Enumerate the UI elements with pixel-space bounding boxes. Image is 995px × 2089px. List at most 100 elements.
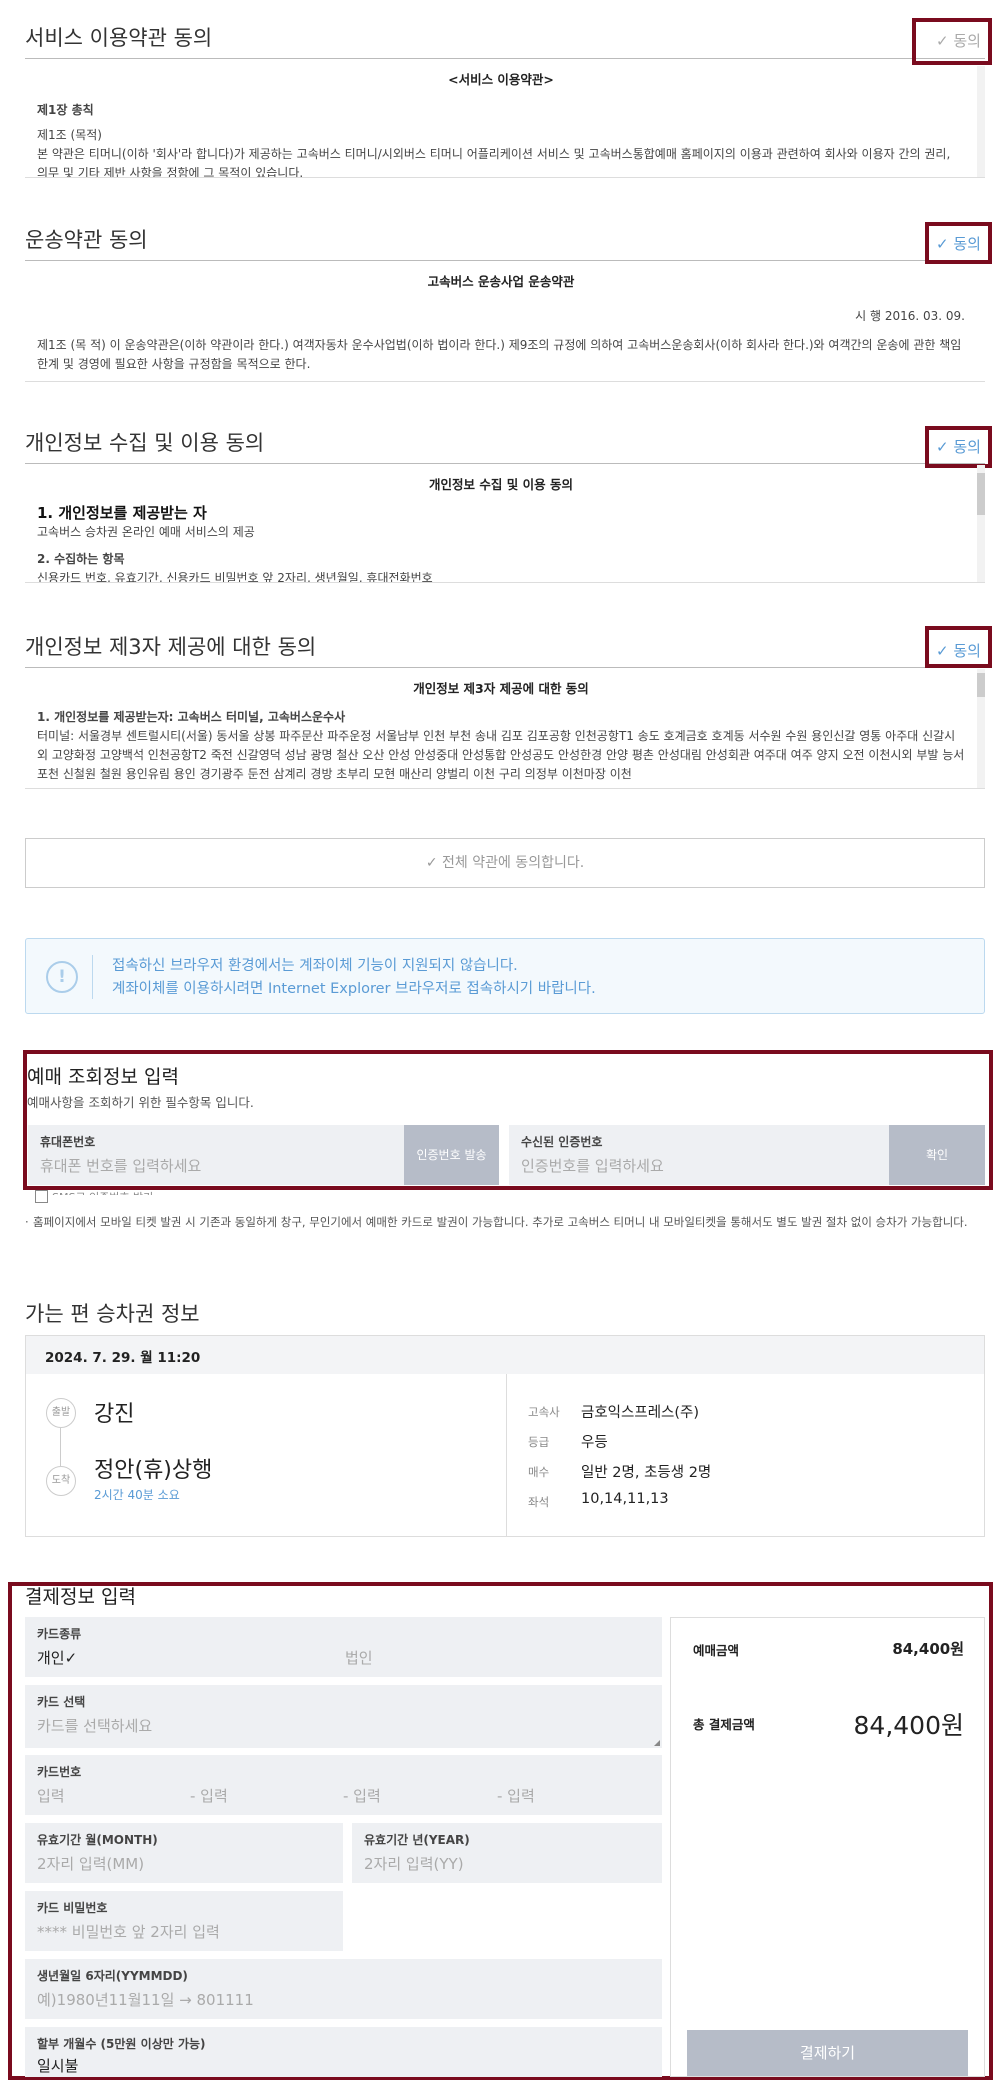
send-code-button[interactable]: 인증번호 발송 bbox=[404, 1125, 499, 1185]
privacy-terms-box[interactable]: 개인정보 수집 및 이용 동의 1. 개인정보를 제공받는 자 고속버스 승차권… bbox=[25, 465, 985, 583]
card-password-label: 카드 비밀번호 bbox=[37, 1901, 108, 1915]
service-terms-title: 서비스 이용약관 동의 bbox=[25, 26, 213, 50]
phone-input[interactable]: 휴대폰 번호를 입력하세요 bbox=[40, 1155, 201, 1176]
amount-label: 예매금액 bbox=[693, 1643, 740, 1658]
code-field[interactable]: 수신된 인증번호 인증번호를 입력하세요 bbox=[509, 1125, 889, 1185]
exp-year-label: 유효기간 년(YEAR) bbox=[364, 1833, 470, 1847]
confirm-button[interactable]: 확인 bbox=[889, 1125, 985, 1185]
birth-label: 생년월일 6자리(YYMMDD) bbox=[37, 1969, 188, 1983]
grade-value: 우등 bbox=[581, 1435, 608, 1451]
third-party-agree-button[interactable]: ✓ 동의 bbox=[936, 640, 981, 661]
notice-line2: 계좌이체를 이용하시려면 Internet Explorer 브라우저로 접속하… bbox=[112, 981, 596, 997]
total-label: 총 결제금액 bbox=[693, 1717, 755, 1732]
divider bbox=[25, 260, 985, 261]
scrollbar-thumb[interactable] bbox=[977, 473, 985, 515]
third-party-terms-title: 개인정보 제3자 제공에 대한 동의 bbox=[25, 635, 317, 659]
card-number-input-4[interactable]: - 입력 bbox=[497, 1785, 535, 1806]
transport-agree-button[interactable]: ✓ 동의 bbox=[936, 233, 981, 254]
amount-value: 84,400원 bbox=[892, 1640, 964, 1658]
exp-month-field[interactable]: 유효기간 월(MONTH) 2자리 입력(MM) bbox=[25, 1823, 343, 1883]
terms-article: 제1조 (목적) bbox=[37, 128, 102, 142]
installment-field[interactable]: 할부 개월수 (5만원 이상만 가능) 일시불 bbox=[25, 2027, 662, 2077]
service-agree-button[interactable]: ✓ 동의 bbox=[936, 30, 981, 51]
privacy-agree-button[interactable]: ✓ 동의 bbox=[936, 436, 981, 457]
terms-heading: 고속버스 운송사업 운송약관 bbox=[427, 274, 575, 289]
scrollbar[interactable] bbox=[977, 66, 985, 177]
ticket-title: 가는 편 승차권 정보 bbox=[25, 1302, 200, 1326]
privacy-item1-body: 고속버스 승차권 온라인 예매 서비스의 제공 bbox=[37, 525, 255, 539]
payment-title: 결제정보 입력 bbox=[25, 1586, 136, 1608]
company-label: 고속사 bbox=[528, 1405, 560, 1419]
exclamation-icon: ! bbox=[46, 961, 78, 993]
exp-year-field[interactable]: 유효기간 년(YEAR) 2자리 입력(YY) bbox=[352, 1823, 662, 1883]
birth-input[interactable]: 예)1980년11월11일 → 801111 bbox=[37, 1989, 254, 2010]
card-password-field[interactable]: 카드 비밀번호 **** 비밀번호 앞 2자리 입력 bbox=[25, 1891, 343, 1951]
depart-badge: 출발 bbox=[46, 1398, 76, 1428]
terms-date: 시 행 2016. 03. 09. bbox=[855, 309, 965, 323]
seat-label: 좌석 bbox=[528, 1495, 550, 1509]
inquiry-title: 예매 조회정보 입력 bbox=[27, 1066, 179, 1088]
sms-checkbox[interactable] bbox=[35, 1190, 48, 1203]
phone-label: 휴대폰번호 bbox=[40, 1135, 96, 1149]
installment-label: 할부 개월수 (5만원 이상만 가능) bbox=[37, 2037, 206, 2051]
arrive-terminal: 정안(휴)상행 bbox=[94, 1458, 213, 1483]
terms-body: 제1조 (목 적) 이 운송약관은(이하 약관이라 한다.) 여객자동차 운수사… bbox=[37, 338, 962, 371]
transport-terms-box[interactable]: 고속버스 운송사업 운송약관 시 행 2016. 03. 09. 제1조 (목 … bbox=[25, 262, 985, 382]
code-label: 수신된 인증번호 bbox=[521, 1135, 603, 1149]
card-password-input[interactable]: **** 비밀번호 앞 2자리 입력 bbox=[37, 1921, 220, 1942]
resize-handle-icon[interactable] bbox=[654, 1740, 660, 1746]
code-input[interactable]: 인증번호를 입력하세요 bbox=[521, 1155, 664, 1176]
card-select-field[interactable]: 카드 선택 카드를 선택하세요 bbox=[25, 1685, 662, 1748]
service-terms-box[interactable]: <서비스 이용약관> 제1장 총칙 제1조 (목적) 본 약관은 티머니(이하 … bbox=[25, 66, 985, 178]
count-value: 일반 2명, 초등생 2명 bbox=[581, 1465, 712, 1481]
exp-year-input[interactable]: 2자리 입력(YY) bbox=[364, 1853, 464, 1874]
sms-check-label: SMS로 인증번호 받기 bbox=[52, 1189, 153, 1195]
phone-field[interactable]: 휴대폰번호 휴대폰 번호를 입력하세요 bbox=[28, 1125, 404, 1185]
third-item1-body: 터미널: 서울경부 센트럴시티(서울) 동서울 상봉 파주문산 파주운정 서울남… bbox=[37, 729, 965, 781]
card-number-field[interactable]: 카드번호 입력 - 입력 - 입력 - 입력 bbox=[25, 1755, 662, 1815]
card-type-field[interactable]: 카드종류 개인✓ 법인 bbox=[25, 1617, 662, 1677]
payment-summary: 예매금액 84,400원 총 결제금액 84,400원 결제하기 bbox=[670, 1617, 985, 2077]
third-item1-title: 1. 개인정보를 제공받는자: 고속버스 터미널, 고속버스운수사 bbox=[37, 710, 346, 724]
terms-heading: 개인정보 제3자 제공에 대한 동의 bbox=[413, 681, 589, 696]
notice-line1: 접속하신 브라우저 환경에서는 계좌이체 기능이 지원되지 않습니다. bbox=[112, 958, 518, 974]
ticket-datetime: 2024. 7. 29. 월 11:20 bbox=[45, 1350, 201, 1366]
card-number-label: 카드번호 bbox=[37, 1765, 82, 1779]
card-number-input-1[interactable]: 입력 bbox=[37, 1785, 65, 1806]
divider bbox=[92, 955, 93, 999]
terms-body: 본 약관은 티머니(이하 '회사'라 합니다)가 제공하는 고속버스 티머니/시… bbox=[37, 147, 951, 178]
terms-chapter: 제1장 총칙 bbox=[37, 103, 94, 117]
duration: 2시간 40분 소요 bbox=[94, 1488, 180, 1502]
exp-month-label: 유효기간 월(MONTH) bbox=[37, 1833, 158, 1847]
divider bbox=[25, 667, 985, 668]
grade-label: 등급 bbox=[528, 1435, 550, 1449]
privacy-item2-body: 신용카드 번호, 유효기간, 신용카드 비밀번호 앞 2자리, 생년월일, 휴대… bbox=[37, 571, 433, 583]
agree-all-button[interactable]: ✓ 전체 약관에 동의합니다. bbox=[25, 838, 985, 888]
card-type-label: 카드종류 bbox=[37, 1627, 82, 1641]
installment-select[interactable]: 일시불 bbox=[37, 2055, 78, 2076]
third-party-terms-box[interactable]: 개인정보 제3자 제공에 대한 동의 1. 개인정보를 제공받는자: 고속버스 … bbox=[25, 669, 985, 789]
exp-month-input[interactable]: 2자리 입력(MM) bbox=[37, 1853, 144, 1874]
inquiry-subtitle: 예매사항을 조회하기 위한 필수항목 입니다. bbox=[27, 1095, 254, 1110]
card-select-label: 카드 선택 bbox=[37, 1695, 86, 1709]
mobile-ticket-note: · 홈페이지에서 모바일 티켓 발권 시 기존과 동일하게 창구, 무인기에서 예… bbox=[25, 1215, 968, 1229]
depart-terminal: 강진 bbox=[94, 1402, 135, 1427]
divider bbox=[25, 463, 985, 464]
scrollbar-thumb[interactable] bbox=[977, 673, 985, 697]
total-value: 84,400원 bbox=[853, 1711, 964, 1740]
company-value: 금호익스프레스(주) bbox=[581, 1405, 700, 1421]
browser-notice: ! 접속하신 브라우저 환경에서는 계좌이체 기능이 지원되지 않습니다. 계좌… bbox=[25, 938, 985, 1014]
count-label: 매수 bbox=[528, 1465, 550, 1479]
card-number-input-3[interactable]: - 입력 bbox=[343, 1785, 381, 1806]
privacy-item2-title: 2. 수집하는 항목 bbox=[37, 552, 125, 566]
card-type-personal[interactable]: 개인✓ bbox=[37, 1647, 77, 1668]
card-number-input-2[interactable]: - 입력 bbox=[190, 1785, 228, 1806]
arrive-badge: 도착 bbox=[46, 1466, 76, 1496]
privacy-item1-title: 1. 개인정보를 제공받는 자 bbox=[37, 504, 207, 522]
privacy-terms-title: 개인정보 수집 및 이용 동의 bbox=[25, 431, 265, 455]
birth-field[interactable]: 생년월일 6자리(YYMMDD) 예)1980년11월11일 → 801111 bbox=[25, 1959, 662, 2019]
card-type-corporate[interactable]: 법인 bbox=[345, 1647, 373, 1668]
terms-heading: 개인정보 수집 및 이용 동의 bbox=[429, 477, 573, 492]
pay-button[interactable]: 결제하기 bbox=[687, 2030, 968, 2076]
card-select-input[interactable]: 카드를 선택하세요 bbox=[37, 1715, 152, 1736]
